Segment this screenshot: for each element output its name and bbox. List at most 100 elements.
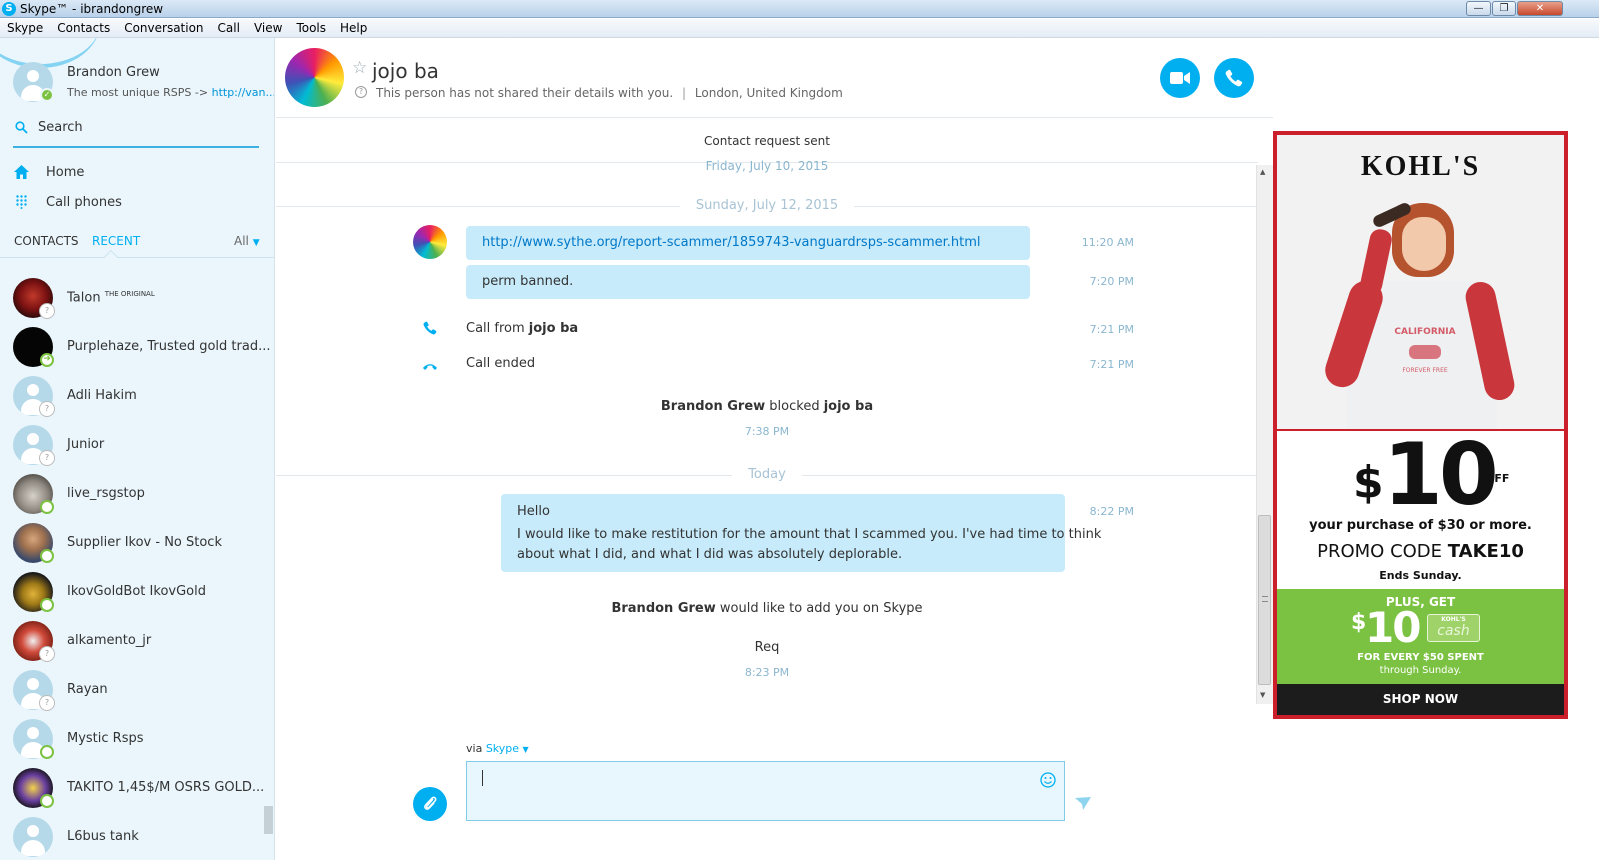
date-separator: Sunday, July 12, 2015 (276, 198, 1258, 213)
cash-through: through Sunday. (1379, 665, 1462, 676)
contact-name: Rayan (67, 682, 108, 697)
conversation-area: Contact request sent Friday, July 10, 20… (276, 119, 1261, 704)
filter-dropdown[interactable]: All ▼ (234, 234, 260, 248)
skype-window: S Skype™ - ibrandongrew — ❐ ✕ Skype Conta… (0, 0, 1599, 860)
send-via-selector[interactable]: via Skype ▼ (466, 742, 529, 755)
chat-scrollbar[interactable]: ▲ ▼ (1256, 165, 1273, 704)
via-label: via (466, 742, 483, 755)
contact-item[interactable]: ? Junior (0, 421, 274, 470)
attach-button[interactable] (413, 787, 447, 821)
menu-contacts[interactable]: Contacts (50, 19, 117, 38)
message-text: perm banned. (482, 274, 574, 289)
contact-item[interactable]: live_rsgstop (0, 470, 274, 519)
date-separator-cut: Friday, July 10, 2015 (705, 159, 829, 173)
send-icon[interactable] (1075, 797, 1091, 810)
contact-item[interactable]: ? alkamento_jr (0, 617, 274, 666)
contact-name: Talon THE ORIGINAL (67, 290, 155, 306)
contact-item[interactable]: ➜ Purplehaze, Trusted gold trad... (0, 323, 274, 372)
offer-ends: Ends Sunday. (1379, 569, 1462, 582)
incoming-call-icon (423, 321, 437, 335)
message-bubble[interactable]: Hello I would like to make restitution f… (501, 494, 1101, 572)
search-box[interactable]: Search (13, 114, 259, 148)
text-cursor (482, 770, 483, 786)
contact-location: London, United Kingdom (694, 86, 843, 100)
scrollbar-thumb[interactable] (1258, 515, 1271, 685)
call-ended-text: Call ended (466, 356, 536, 371)
nav-home[interactable]: Home (0, 158, 274, 186)
contact-item[interactable]: ? Adli Hakim (0, 372, 274, 421)
presence-online-icon (40, 745, 54, 759)
message-link[interactable]: http://www.sythe.org/report-scammer/1859… (482, 235, 981, 250)
kohls-cash-panel: PLUS, GET $ 10 KOHL'S cash FOR EVERY $50… (1277, 589, 1564, 684)
video-call-button[interactable] (1160, 58, 1200, 98)
menu-tools[interactable]: Tools (289, 19, 333, 38)
contact-info-text: This person has not shared their details… (376, 86, 674, 100)
contact-name: alkamento_jr (67, 633, 152, 648)
nav-call-phones[interactable]: Call phones (0, 188, 274, 216)
presence-online-icon (40, 549, 54, 563)
menu-call[interactable]: Call (211, 19, 247, 38)
contact-item[interactable]: ? Talon THE ORIGINAL (0, 274, 274, 323)
offer-off: OFF (1485, 472, 1510, 485)
scroll-up-arrow-icon[interactable]: ▲ (1260, 168, 1265, 176)
contact-name: Purplehaze, Trusted gold trad... (67, 339, 271, 354)
sender-avatar[interactable] (413, 225, 447, 259)
nav-call-phones-label: Call phones (46, 195, 122, 210)
menu-help[interactable]: Help (333, 19, 374, 38)
presence-unknown-icon: ? (40, 304, 54, 318)
caller-name: jojo ba (528, 321, 579, 336)
menu-conversation[interactable]: Conversation (117, 19, 210, 38)
filter-label: All (234, 234, 249, 248)
message-text: Hello (517, 504, 550, 519)
contact-item[interactable]: IkovGoldBot IkovGold (0, 568, 274, 617)
advertisement[interactable]: KOHL'S CALIFORNIA FOREVER FREE $ 10 OFF … (1273, 131, 1568, 719)
contact-info-line: This person has not shared their details… (376, 86, 843, 100)
contact-avatar-large[interactable] (285, 48, 344, 107)
audio-call-button[interactable] (1214, 58, 1254, 98)
contact-name: TAKITO 1,45$/M OSRS GOLD... (67, 780, 265, 795)
scroll-down-arrow-icon[interactable]: ▼ (1260, 691, 1265, 699)
mood-link[interactable]: http://van... (212, 86, 274, 99)
menu-skype[interactable]: Skype (0, 19, 50, 38)
menu-bar: Skype Contacts Conversation Call View Tools He… (0, 19, 1599, 38)
kohls-cash-logo: KOHL'S cash (1427, 614, 1480, 642)
home-icon (14, 165, 29, 179)
contact-item[interactable]: L6bus tank (0, 813, 274, 860)
tab-contacts[interactable]: CONTACTS (14, 234, 79, 248)
tab-recent[interactable]: RECENT (92, 234, 140, 248)
chat-header: ☆ jojo ba ? This person has not shared t… (276, 38, 1273, 118)
close-button[interactable]: ✕ (1517, 1, 1563, 16)
message-bubble[interactable]: http://www.sythe.org/report-scammer/1859… (466, 226, 1030, 260)
contact-list: ? Talon THE ORIGINAL ➜ Purplehaze, Trust… (0, 262, 274, 860)
via-service[interactable]: Skype (486, 742, 519, 755)
date-separator: Today (276, 467, 1258, 482)
contact-item[interactable]: Mystic Rsps (0, 715, 274, 764)
message-input[interactable] (466, 761, 1065, 821)
cash-amount: 10 (1365, 603, 1421, 652)
video-camera-icon (1170, 72, 1190, 84)
maximize-button[interactable]: ❐ (1492, 1, 1516, 16)
offer-condition: your purchase of $30 or more. (1309, 518, 1532, 533)
contact-item[interactable]: Supplier Ikov - No Stock (0, 519, 274, 568)
contact-item[interactable]: ? Rayan (0, 666, 274, 715)
sidebar-scrollbar-thumb[interactable] (264, 806, 273, 834)
menu-view[interactable]: View (247, 19, 289, 38)
contact-name: L6bus tank (67, 829, 139, 844)
message-bubble[interactable]: perm banned. (466, 265, 1030, 299)
favorite-star-icon[interactable]: ☆ (352, 58, 367, 78)
message-time: 7:21 PM (1089, 323, 1134, 336)
contact-item[interactable]: TAKITO 1,45$/M OSRS GOLD... (0, 764, 274, 813)
search-icon (15, 121, 28, 134)
presence-unknown-icon: ? (40, 451, 54, 465)
minimize-button[interactable]: — (1466, 1, 1491, 16)
contact-display-name[interactable]: jojo ba (372, 59, 439, 83)
paperclip-icon (424, 796, 437, 810)
title-bar: S Skype™ - ibrandongrew — ❐ ✕ (0, 0, 1599, 18)
profile-mood[interactable]: The most unique RSPS -> http://van... (67, 86, 274, 99)
presence-online-icon (40, 794, 54, 808)
shop-now-button[interactable]: SHOP NOW (1277, 684, 1564, 715)
date-label: Today (732, 467, 802, 482)
profile-name[interactable]: Brandon Grew (67, 65, 160, 80)
emoticon-icon[interactable] (1040, 772, 1056, 788)
offer-dollar-sign: $ (1353, 457, 1384, 508)
